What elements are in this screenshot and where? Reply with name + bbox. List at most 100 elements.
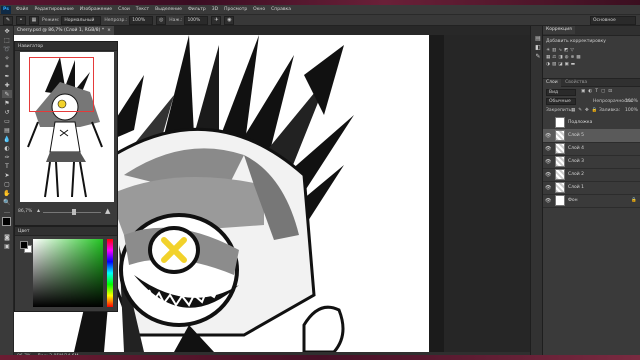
tool-preset-icon[interactable]: ✎ bbox=[3, 15, 13, 25]
threshold-icon[interactable]: ◪ bbox=[558, 62, 562, 67]
dodge-tool-icon[interactable]: ◐ bbox=[2, 144, 12, 152]
channel-mixer-icon[interactable]: ⊕ bbox=[571, 55, 575, 60]
flow-field[interactable]: 100% bbox=[184, 15, 209, 25]
fill-value[interactable]: 100% bbox=[625, 108, 638, 113]
lock-pixels-icon[interactable]: ▦ bbox=[571, 108, 575, 113]
quick-mask-icon[interactable]: ◙ bbox=[2, 233, 12, 241]
menu-layers[interactable]: Слои bbox=[115, 7, 133, 12]
path-select-tool-icon[interactable]: ➤ bbox=[2, 171, 12, 179]
filter-smart-icon[interactable]: ⊡ bbox=[608, 89, 612, 94]
brush-panel-icon[interactable]: ▦ bbox=[29, 15, 39, 25]
shape-tool-icon[interactable]: ▢ bbox=[2, 180, 12, 188]
layer-filter-kind[interactable]: Вид bbox=[546, 89, 576, 96]
healing-tool-icon[interactable]: ✚ bbox=[2, 81, 12, 89]
lock-paint-icon[interactable]: ✎ bbox=[578, 108, 582, 113]
tab-properties[interactable]: Свойства bbox=[562, 79, 590, 87]
brush-size-icon[interactable]: • bbox=[16, 15, 26, 25]
menu-window[interactable]: Окно bbox=[250, 7, 268, 12]
hue-saturation-icon[interactable]: ▦ bbox=[546, 55, 550, 60]
layer-row[interactable]: 👁 Слой 3 bbox=[543, 155, 640, 169]
layer-row[interactable]: 👁 Фон 🔒 bbox=[543, 194, 640, 208]
eyedropper-tool-icon[interactable]: ✒ bbox=[2, 72, 12, 80]
photo-filter-icon[interactable]: ◍ bbox=[565, 55, 569, 60]
navigator-zoom-slider-handle[interactable] bbox=[72, 209, 76, 215]
hue-slider[interactable] bbox=[107, 239, 113, 307]
foreground-color-swatch[interactable] bbox=[20, 241, 28, 249]
workspace-select[interactable]: Основное bbox=[590, 15, 636, 25]
marquee-tool-icon[interactable]: ⬚ bbox=[2, 36, 12, 44]
zoom-tool-icon[interactable]: 🔍 bbox=[2, 198, 12, 206]
hand-tool-icon[interactable]: ✋ bbox=[2, 189, 12, 197]
layer-row[interactable]: 👁 Слой 2 bbox=[543, 168, 640, 182]
menu-help[interactable]: Справка bbox=[268, 7, 294, 12]
screen-mode-icon[interactable]: ▣ bbox=[2, 242, 12, 250]
quick-select-tool-icon[interactable]: ✧ bbox=[2, 54, 12, 62]
blend-mode-select[interactable]: Обычные bbox=[546, 98, 576, 105]
layer-row[interactable]: 👁 Слой 1 bbox=[543, 181, 640, 195]
pressure-size-icon[interactable]: ◉ bbox=[224, 15, 235, 25]
color-balance-icon[interactable]: ⚖ bbox=[552, 55, 556, 60]
color-lookup-icon[interactable]: ▩ bbox=[576, 55, 580, 60]
posterize-icon[interactable]: ▧ bbox=[552, 62, 556, 67]
menu-edit[interactable]: Редактирование bbox=[31, 7, 76, 12]
tab-corrections[interactable]: Коррекция bbox=[543, 26, 575, 34]
layer-visibility-eye-icon[interactable]: 👁 bbox=[545, 133, 553, 139]
document-tab[interactable]: Cherry.psd @ 86,7% (Слой 1, RGB/8) * × bbox=[14, 26, 114, 35]
navigator-zoom-value[interactable]: 86,7% bbox=[18, 209, 32, 214]
pen-tool-icon[interactable]: ✑ bbox=[2, 153, 12, 161]
zoom-in-icon[interactable]: ▲ bbox=[105, 207, 113, 215]
selective-color-icon[interactable]: ▣ bbox=[564, 62, 568, 67]
layer-visibility-eye-icon[interactable]: 👁 bbox=[545, 198, 553, 204]
filter-type-icon[interactable]: T bbox=[595, 89, 598, 94]
brush-tool-icon[interactable]: ✎ bbox=[2, 90, 12, 98]
gradient-tool-icon[interactable]: ▤ bbox=[2, 126, 12, 134]
color-picker-field[interactable] bbox=[33, 239, 103, 307]
levels-icon[interactable]: ▥ bbox=[552, 48, 556, 53]
menu-3d[interactable]: 3D bbox=[209, 7, 221, 12]
toolbar-color-swatches[interactable] bbox=[2, 217, 14, 231]
layer-row[interactable]: Подложка bbox=[543, 116, 640, 130]
menu-view[interactable]: Просмотр bbox=[221, 7, 250, 12]
black-white-icon[interactable]: ◨ bbox=[558, 55, 562, 60]
crop-tool-icon[interactable]: ⌗ bbox=[2, 63, 12, 71]
menu-type[interactable]: Текст bbox=[133, 7, 152, 12]
lasso-tool-icon[interactable]: ➰ bbox=[2, 45, 12, 53]
layer-visibility-eye-icon[interactable]: 👁 bbox=[545, 172, 553, 178]
lock-position-icon[interactable]: ✥ bbox=[585, 108, 589, 113]
vibrance-icon[interactable]: ▽ bbox=[570, 48, 573, 53]
move-tool-icon[interactable]: ✥ bbox=[2, 27, 12, 35]
exposure-icon[interactable]: ◩ bbox=[564, 48, 568, 53]
mode-select[interactable]: Нормальный bbox=[61, 15, 102, 25]
curves-icon[interactable]: ∿ bbox=[558, 48, 562, 53]
filter-adjust-icon[interactable]: ◐ bbox=[588, 89, 592, 94]
zoom-out-icon[interactable]: ▴ bbox=[37, 208, 43, 214]
type-tool-icon[interactable]: T bbox=[2, 162, 12, 170]
more-tools-icon[interactable]: … bbox=[2, 207, 12, 215]
layer-row[interactable]: 👁 Слой 4 bbox=[543, 142, 640, 156]
color-panel[interactable]: Цвет bbox=[14, 226, 118, 312]
layer-visibility-eye-icon[interactable]: 👁 bbox=[545, 146, 553, 152]
stamp-tool-icon[interactable]: ⚑ bbox=[2, 99, 12, 107]
navigator-view-box[interactable] bbox=[29, 57, 94, 112]
layer-row-selected[interactable]: 👁 Слой 5 bbox=[543, 129, 640, 143]
history-brush-tool-icon[interactable]: ↺ bbox=[2, 108, 12, 116]
filter-shape-icon[interactable]: ▢ bbox=[601, 89, 605, 94]
layer-visibility-eye-icon[interactable]: 👁 bbox=[545, 185, 553, 191]
blur-tool-icon[interactable]: 💧 bbox=[2, 135, 12, 143]
eraser-tool-icon[interactable]: ▭ bbox=[2, 117, 12, 125]
close-tab-icon[interactable]: × bbox=[107, 28, 111, 33]
gradient-map-icon[interactable]: ▬ bbox=[571, 62, 575, 67]
brightness-icon[interactable]: ☀ bbox=[546, 48, 550, 53]
invert-icon[interactable]: ◑ bbox=[546, 62, 550, 67]
menu-select[interactable]: Выделение bbox=[152, 7, 185, 12]
tab-layers[interactable]: Слои bbox=[543, 79, 561, 87]
menu-file[interactable]: Файл bbox=[13, 7, 31, 12]
lock-all-icon[interactable]: 🔒 bbox=[592, 108, 598, 113]
layer-opacity-value[interactable]: 100% bbox=[625, 99, 638, 104]
pressure-opacity-icon[interactable]: ◎ bbox=[156, 15, 167, 25]
airbrush-icon[interactable]: ✈ bbox=[211, 15, 222, 25]
filter-pixel-icon[interactable]: ▣ bbox=[581, 89, 585, 94]
navigator-panel[interactable]: Навигатор 86,7% ▴ ▲ bbox=[14, 41, 118, 226]
opacity-field[interactable]: 100% bbox=[129, 15, 154, 25]
layer-visibility-eye-icon[interactable]: 👁 bbox=[545, 159, 553, 165]
